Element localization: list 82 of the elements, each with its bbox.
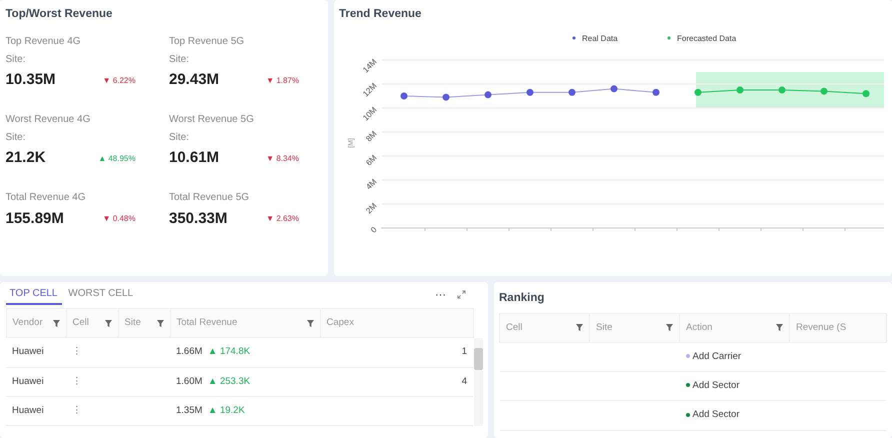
filter-icon[interactable] <box>576 324 583 332</box>
data-point <box>484 91 492 98</box>
table-cell: 1.66M <box>176 346 202 358</box>
data-point <box>736 86 744 94</box>
kpi-change: ▼ 6.22% <box>102 74 136 86</box>
kpi-change: ▼ 8.34% <box>266 152 299 164</box>
kpi-label: Worst Revenue 4G <box>6 112 92 127</box>
legend-label: Forecasted Data <box>677 34 736 43</box>
kebab-icon[interactable]: ⋮ <box>72 376 82 386</box>
table-cell: 1.35M <box>176 404 202 416</box>
axis-label: 8M <box>364 128 379 144</box>
scroll-thumb[interactable] <box>474 348 482 370</box>
tab[interactable]: TOP CELL <box>6 284 62 306</box>
filter-icon[interactable] <box>156 320 164 327</box>
action-label: Add Sector <box>692 409 740 420</box>
kpi-change: ▼ 2.63% <box>266 212 299 225</box>
data-point <box>442 93 450 100</box>
table-cell: 1 <box>462 346 467 358</box>
table-cell: Huawei <box>12 376 44 386</box>
kpi-value: 155.89M <box>6 208 64 228</box>
kpi-value: 10.35M <box>6 70 56 90</box>
panel-title: Trend Revenue <box>339 6 422 22</box>
legend-label: Real Data <box>582 34 618 43</box>
revenue-change: ▲ 19.2K <box>208 404 245 416</box>
table-cell: 1.60M <box>176 376 202 386</box>
kpi-value: 29.43M <box>169 70 220 90</box>
kebab-icon[interactable]: ⋮ <box>72 404 82 416</box>
kpi-label: Total Revenue 4G <box>6 190 87 205</box>
table-cell: 4 <box>462 376 467 386</box>
data-point <box>526 88 534 96</box>
kpi-site: Site: <box>169 52 190 66</box>
kpi-change: ▼ 0.48% <box>102 212 136 225</box>
kpi-label: Worst Revenue 5G <box>169 112 255 127</box>
filter-icon[interactable] <box>52 320 60 327</box>
column-header: Vendor <box>12 316 43 330</box>
data-point <box>568 88 576 96</box>
revenue-change: ▲ 174.8K <box>208 346 250 358</box>
kpi-site: Site: <box>6 130 27 144</box>
data-point <box>400 92 408 100</box>
column-header: Action <box>686 320 712 334</box>
panel-title: Ranking <box>499 290 546 306</box>
column-header: Total Revenue <box>176 316 238 330</box>
tab[interactable]: WORST CELL <box>64 284 138 306</box>
kpi-site: Site: <box>6 52 27 66</box>
kpi-change: ▼ 1.87% <box>266 74 299 86</box>
column-header: Capex <box>326 316 354 330</box>
axis-label: 4M <box>364 176 379 192</box>
kpi-label: Top Revenue 4G <box>6 34 82 49</box>
kebab-icon[interactable]: ⋮ <box>72 346 82 358</box>
axis-label: 2M <box>364 200 379 216</box>
action-label: Add Sector <box>692 380 740 391</box>
expand-icon[interactable] <box>457 290 466 300</box>
data-point <box>778 86 786 94</box>
filter-icon[interactable] <box>306 320 314 327</box>
kpi-change: ▲ 48.95% <box>98 152 136 164</box>
panel-title: Top/Worst Revenue <box>6 6 114 22</box>
table-cell: Huawei <box>12 404 44 416</box>
revenue-change: ▲ 253.3K <box>208 376 250 386</box>
filter-icon[interactable] <box>776 324 783 332</box>
column-header: Revenue (S <box>796 320 846 334</box>
column-header: Site <box>596 320 612 334</box>
axis-label: 6M <box>364 152 379 168</box>
data-point <box>862 90 870 97</box>
filter-icon[interactable] <box>104 320 112 327</box>
kpi-label: Top Revenue 5G <box>169 34 246 49</box>
axis-label: 0 <box>369 224 379 234</box>
data-point <box>694 88 702 96</box>
more-icon[interactable]: ··· <box>435 286 446 303</box>
kpi-value: 21.2K <box>6 148 46 168</box>
filter-icon[interactable] <box>666 324 673 332</box>
data-point <box>610 85 618 92</box>
data-point <box>652 88 660 96</box>
action-label: Add Carrier <box>692 350 742 362</box>
table-cell: Huawei <box>12 346 44 358</box>
kpi-value: 350.33M <box>169 208 228 228</box>
kpi-site: Site: <box>169 130 190 144</box>
kpi-label: Total Revenue 5G <box>169 190 250 205</box>
kpi-value: 10.61M <box>169 148 220 168</box>
column-header: Cell <box>72 316 89 330</box>
data-point <box>820 87 828 94</box>
column-header: Cell <box>506 320 522 334</box>
column-header: Site <box>124 316 141 330</box>
